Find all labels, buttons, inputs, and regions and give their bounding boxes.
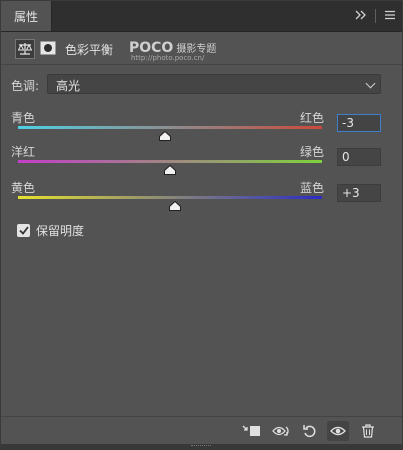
slider-left-label: 黄色 [11, 181, 36, 195]
bottom-toolbar [1, 416, 402, 445]
adjustment-title: 色彩平衡 [65, 43, 114, 57]
watermark-url: http://photo.poco.cn/ [131, 54, 205, 62]
tab-properties-label: 属性 [13, 9, 38, 24]
preserve-luminosity-label: 保留明度 [36, 224, 85, 238]
reset-icon[interactable] [299, 421, 321, 441]
eye-icon[interactable] [327, 421, 349, 441]
tone-select-value: 高光 [56, 79, 81, 93]
properties-panel: 属性 色彩平衡 POCO 摄影专题 http://photo.poco.cn/ … [0, 0, 403, 450]
tone-select[interactable]: 高光 [47, 74, 381, 94]
resize-grip[interactable] [1, 444, 402, 450]
slider-track[interactable] [18, 126, 322, 129]
slider-track[interactable] [18, 160, 322, 163]
slider-value-input[interactable]: -3 [337, 114, 381, 132]
slider-value-input[interactable]: 0 [337, 148, 381, 166]
tab-properties[interactable]: 属性 [1, 1, 52, 31]
mask-icon[interactable] [39, 39, 57, 57]
preserve-luminosity-row[interactable]: 保留明度 [17, 222, 84, 239]
grip-dots [191, 445, 211, 449]
panel-titlebar: 属性 [1, 1, 402, 32]
preserve-luminosity-checkbox[interactable] [17, 224, 30, 237]
chevron-down-icon [365, 78, 376, 89]
slider-left-label: 青色 [11, 111, 36, 125]
tone-label: 色调: [11, 79, 40, 93]
balance-scale-icon[interactable] [15, 39, 35, 59]
slider-left-label: 洋红 [11, 145, 36, 159]
watermark: POCO 摄影专题 http://photo.poco.cn/ [129, 40, 216, 62]
adjustment-header: 色彩平衡 POCO 摄影专题 http://photo.poco.cn/ [1, 32, 402, 65]
double-chevron-right-icon[interactable] [355, 9, 367, 23]
view-previous-state-icon[interactable] [271, 421, 293, 441]
slider-value-input[interactable]: +3 [337, 184, 381, 202]
titlebar-divider [375, 9, 376, 23]
slider-right-label: 红色 [299, 111, 324, 125]
slider-right-label: 绿色 [299, 145, 324, 159]
clip-to-layer-icon[interactable] [241, 421, 263, 441]
slider-right-label: 蓝色 [299, 181, 324, 195]
slider-track[interactable] [18, 196, 322, 199]
hamburger-icon[interactable] [384, 9, 396, 23]
titlebar-buttons [355, 1, 396, 31]
trash-icon[interactable] [357, 421, 379, 441]
